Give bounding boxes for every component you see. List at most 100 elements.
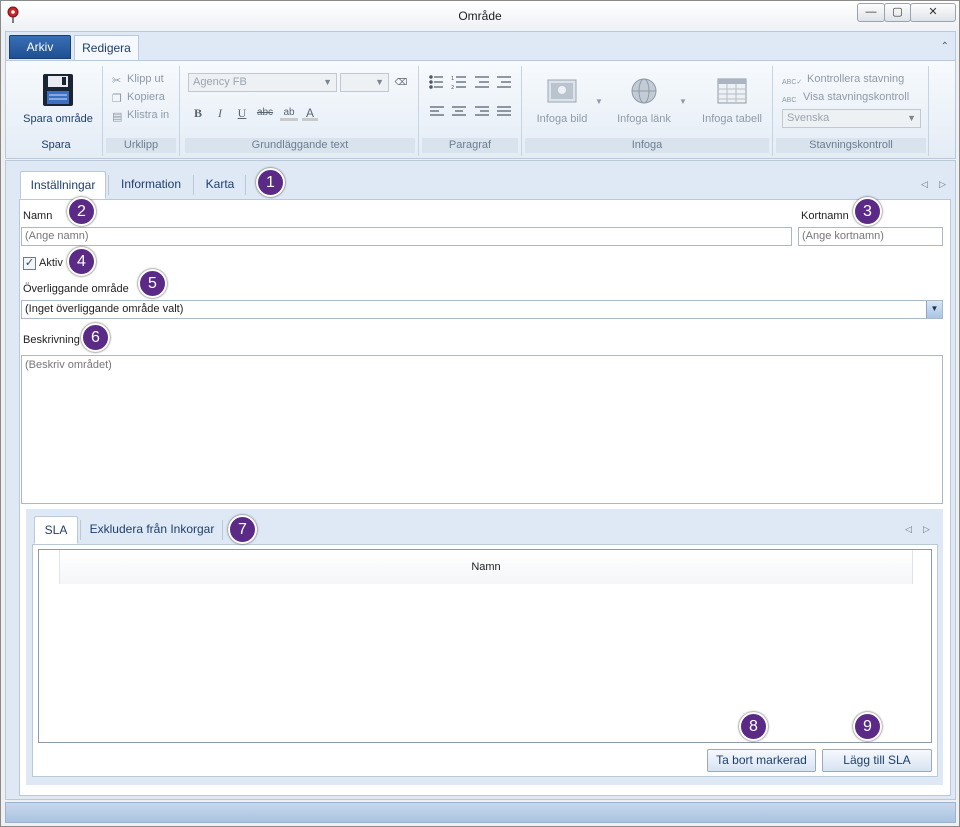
- add-sla-button[interactable]: Lägg till SLA: [822, 749, 932, 772]
- group-divider: [928, 66, 929, 156]
- svg-text:1: 1: [451, 76, 454, 82]
- insert-link-button[interactable]: Infoga länk: [606, 77, 682, 125]
- callout-badge-4: 4: [67, 247, 96, 276]
- cut-button[interactable]: ✂ Klipp ut: [112, 73, 164, 87]
- tab-installningar[interactable]: Inställningar: [20, 171, 106, 199]
- highlight-button[interactable]: ab: [280, 105, 298, 121]
- sla-panel: Namn Ta bort markerad Lägg till SLA: [32, 544, 938, 777]
- font-color-button[interactable]: A: [302, 105, 318, 121]
- parent-area-value: (Inget överliggande område valt): [25, 303, 184, 315]
- tab-sla[interactable]: SLA: [34, 516, 78, 544]
- chevron-down-icon[interactable]: ▼: [679, 97, 687, 106]
- callout-badge-2: 2: [67, 197, 96, 226]
- tab-arkiv[interactable]: Arkiv: [9, 35, 71, 59]
- tab-scroll-right-icon[interactable]: ▷: [939, 179, 946, 190]
- tab-scroll-left-icon[interactable]: ◁: [905, 524, 912, 535]
- title-bar: Område — ▢ ✕: [1, 1, 959, 31]
- grid-column-header-namn[interactable]: Namn: [59, 550, 913, 584]
- callout-badge-6: 6: [81, 323, 110, 352]
- parent-area-select[interactable]: (Inget överliggande område valt) ▼: [21, 300, 943, 319]
- callout-badge-3: 3: [853, 197, 882, 226]
- close-button[interactable]: ✕: [910, 3, 956, 22]
- tab-information[interactable]: Information: [110, 171, 192, 199]
- chevron-down-icon[interactable]: ▼: [595, 97, 603, 106]
- insert-image-button[interactable]: Infoga bild: [526, 77, 598, 125]
- callout-badge-9: 9: [853, 712, 882, 741]
- description-textarea[interactable]: (Beskriv området): [21, 355, 943, 504]
- window: Område — ▢ ✕ Arkiv Redigera ⌃ Spara områ…: [0, 0, 960, 827]
- group-divider: [102, 66, 103, 156]
- active-label: Aktiv: [39, 257, 63, 269]
- spellcheck-icon: ABC✓: [782, 79, 803, 86]
- tab-scroll-left-icon[interactable]: ◁: [921, 179, 928, 190]
- maximize-button[interactable]: ▢: [884, 3, 911, 22]
- spellcheck-language-select[interactable]: Svenska ▼: [782, 109, 921, 128]
- callout-badge-8: 8: [739, 712, 768, 741]
- list-indent-icons: 1 2: [429, 75, 511, 90]
- chevron-down-icon: ▼: [907, 113, 916, 123]
- tab-divider: [193, 175, 194, 195]
- table-icon: [717, 78, 747, 104]
- sla-grid[interactable]: Namn: [38, 549, 932, 743]
- shortname-input[interactable]: (Ange kortnamn): [798, 227, 943, 246]
- group-divider: [521, 66, 522, 156]
- paste-button[interactable]: ▤ Klistra in: [112, 109, 170, 123]
- bold-button[interactable]: B: [190, 105, 206, 121]
- clear-format-icon[interactable]: ⌫: [393, 74, 409, 90]
- window-title: Område: [458, 9, 502, 23]
- insert-image-label: Infoga bild: [536, 113, 588, 125]
- active-checkbox[interactable]: ✓: [23, 257, 36, 270]
- font-family-select[interactable]: Agency FB ▼: [188, 73, 337, 92]
- clipboard-icon: ▤: [112, 111, 123, 123]
- underline-button[interactable]: U: [234, 105, 250, 121]
- check-spelling-button[interactable]: ABC✓ Kontrollera stavning: [782, 73, 904, 90]
- text-align-icons: [430, 106, 511, 116]
- paste-label: Klistra in: [127, 109, 170, 121]
- description-label: Beskrivning: [23, 334, 80, 346]
- insert-table-button[interactable]: Infoga tabell: [692, 77, 772, 125]
- sla-section: SLA Exkludera från Inkorgar ◁ ▷ Namn Ta …: [26, 509, 943, 785]
- tab-divider: [245, 175, 246, 195]
- status-bar: [5, 802, 956, 823]
- callout-badge-5: 5: [138, 269, 167, 298]
- italic-button[interactable]: I: [212, 105, 228, 121]
- copy-icon: ❐: [112, 93, 122, 105]
- cut-label: Klipp ut: [127, 73, 164, 85]
- copy-label: Kopiera: [127, 91, 165, 103]
- strikethrough-button[interactable]: abc: [256, 105, 274, 121]
- group-label-stavningskontroll: Stavningskontroll: [776, 138, 926, 153]
- chevron-down-icon[interactable]: ▼: [926, 301, 942, 318]
- minimize-button[interactable]: —: [857, 3, 885, 22]
- tab-divider: [80, 520, 81, 540]
- ribbon: Spara område Spara ✂ Klipp ut ❐ Kopiera ▤ K…: [5, 60, 956, 159]
- checkmark-icon: ✓: [24, 257, 35, 269]
- scissors-icon: ✂: [112, 75, 122, 87]
- font-size-select[interactable]: ▼: [340, 73, 389, 92]
- name-input[interactable]: (Ange namn): [21, 227, 792, 246]
- image-icon: [547, 79, 577, 103]
- group-divider: [179, 66, 180, 156]
- group-label-grundlaggande-text: Grundläggande text: [185, 138, 415, 153]
- remove-selected-button[interactable]: Ta bort markerad: [707, 749, 816, 772]
- tab-karta[interactable]: Karta: [196, 171, 244, 199]
- chevron-down-icon: ▼: [375, 77, 384, 87]
- group-divider: [418, 66, 419, 156]
- collapse-ribbon-icon[interactable]: ⌃: [941, 41, 949, 52]
- callout-badge-7: 7: [228, 515, 257, 544]
- tab-exkludera-fran-inkorgar[interactable]: Exkludera från Inkorgar: [83, 516, 221, 544]
- main-area: Inställningar Information Karta ◁ ▷ Namn…: [5, 160, 956, 800]
- tab-scroll-right-icon[interactable]: ▷: [923, 524, 930, 535]
- group-label-urklipp: Urklipp: [106, 138, 176, 153]
- callout-badge-1: 1: [256, 168, 285, 197]
- name-label: Namn: [23, 210, 53, 222]
- group-label-spara: Spara: [41, 139, 71, 151]
- tab-redigera[interactable]: Redigera: [74, 35, 139, 62]
- group-label-paragraf: Paragraf: [422, 138, 518, 153]
- copy-button[interactable]: ❐ Kopiera: [112, 91, 165, 105]
- tab-divider: [222, 520, 223, 540]
- globe-link-icon: [631, 78, 657, 104]
- save-area-button[interactable]: Spara område: [18, 73, 98, 125]
- show-spellcheck-button[interactable]: ABC Visa stavningskontroll: [782, 91, 909, 109]
- svg-text:2: 2: [451, 85, 454, 90]
- save-area-label: Spara område: [23, 113, 93, 125]
